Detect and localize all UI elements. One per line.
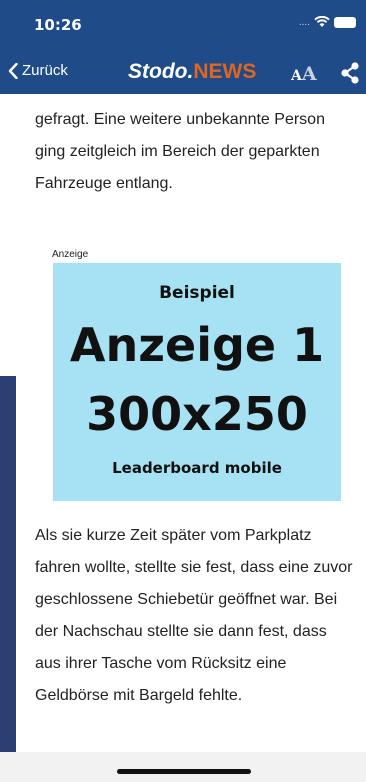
- article-paragraph-2: Als sie kurze Zeit später vom Parkplatz …: [35, 527, 353, 704]
- home-indicator[interactable]: [117, 769, 251, 774]
- article-paragraph-1: gefragt. Eine weitere unbekannte Person …: [35, 111, 325, 192]
- ad-line-3: 300x250: [86, 387, 308, 441]
- side-decoration: [0, 376, 16, 752]
- ad-banner[interactable]: Beispiel Anzeige 1 300x250 Leaderboard m…: [53, 263, 341, 501]
- navigation-bar: Zurück Stodo.NEWS AA: [0, 54, 366, 94]
- status-time: 10:26: [34, 16, 82, 34]
- share-icon[interactable]: [340, 61, 360, 85]
- back-button[interactable]: Zurück: [8, 62, 68, 79]
- wifi-icon: [314, 16, 330, 27]
- ad-label: Anzeige: [52, 249, 89, 260]
- ad-line-1: Beispiel: [159, 283, 235, 303]
- ad-line-4: Leaderboard mobile: [112, 459, 282, 477]
- font-big-icon: A: [301, 63, 317, 85]
- brand-logo-part2: NEWS: [193, 60, 257, 83]
- signal-icon: ....: [298, 16, 310, 28]
- app-header: 10:26 .... Zurück Stodo.NEWS AA: [0, 0, 366, 94]
- back-label: Zurück: [22, 62, 68, 79]
- status-icons: ....: [299, 16, 356, 28]
- battery-icon: [334, 16, 356, 28]
- bottom-bar: [0, 752, 366, 782]
- font-small-icon: A: [291, 68, 302, 84]
- font-size-button[interactable]: AA: [291, 63, 317, 85]
- article-content: gefragt. Eine weitere unbekannte Person …: [0, 94, 366, 752]
- ad-line-2: Anzeige 1: [69, 318, 325, 372]
- status-bar: 10:26 ....: [0, 0, 366, 44]
- chevron-left-icon: [8, 62, 18, 79]
- brand-logo: Stodo.NEWS: [128, 60, 256, 84]
- brand-logo-part1: Stodo.: [128, 60, 194, 83]
